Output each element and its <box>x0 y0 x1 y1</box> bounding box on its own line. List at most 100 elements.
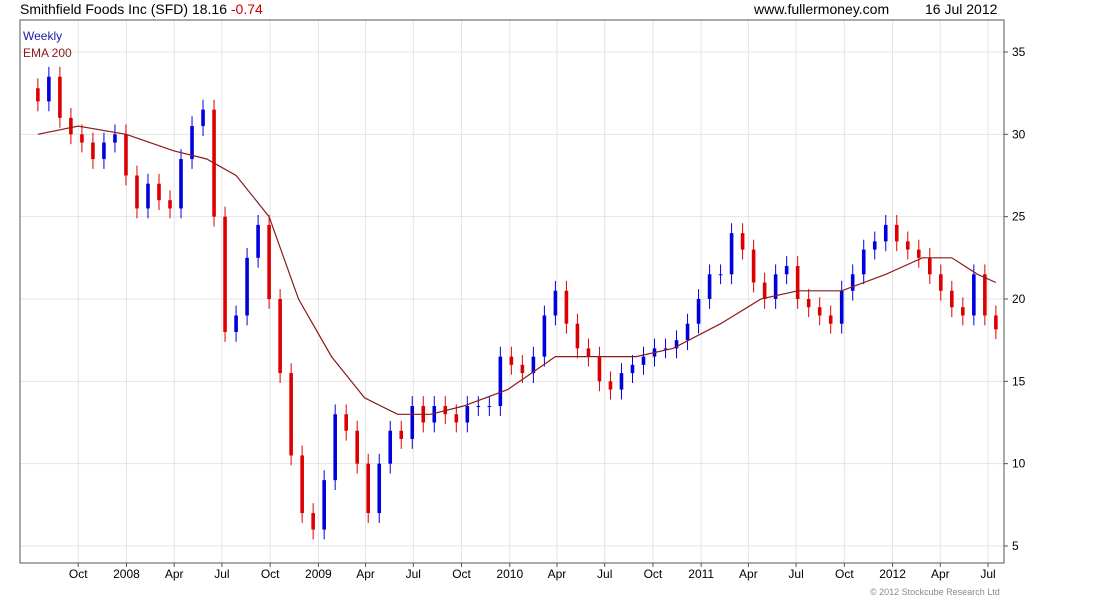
x-tick-label: Jul <box>597 567 612 581</box>
candle-body <box>762 282 767 299</box>
candle-body <box>983 274 987 316</box>
candle-body <box>278 299 282 374</box>
candle-body <box>729 233 734 275</box>
candle-body <box>179 159 183 209</box>
candle-body <box>619 373 624 390</box>
candle-body <box>641 356 646 365</box>
candle-body <box>972 274 976 316</box>
candle-body <box>388 430 393 464</box>
candle-body <box>245 257 249 316</box>
y-tick-label: 10 <box>1012 457 1026 471</box>
candle-body <box>80 134 84 143</box>
candle-body <box>410 406 415 439</box>
candle-body <box>894 224 899 242</box>
x-tick-label: Jul <box>214 567 229 581</box>
candle-body <box>685 323 690 341</box>
candle-body <box>146 183 150 209</box>
candle-body <box>344 414 348 431</box>
candle-body <box>465 406 470 423</box>
candle-body <box>47 76 51 102</box>
legend-ema: EMA 200 <box>23 46 72 60</box>
candle-body <box>399 430 404 439</box>
chart-canvas: Oct 2008 Apr Jul Oct 2009 Apr Jul Oct 2010 Apr Jul O… <box>19 19 1026 581</box>
candle-body <box>839 290 844 324</box>
x-tick-label: Oct <box>452 567 471 581</box>
candle-body <box>927 257 932 275</box>
y-tick-label: 20 <box>1012 292 1026 306</box>
candle-body <box>850 274 855 291</box>
candle-body <box>707 274 712 299</box>
candle-body <box>124 134 128 176</box>
x-tick-label: Oct <box>835 567 854 581</box>
y-tick-label: 35 <box>1012 45 1026 59</box>
x-tick-label: Jul <box>980 567 995 581</box>
candle-body <box>608 381 613 390</box>
y-tick-label: 30 <box>1012 127 1026 141</box>
candle-body <box>498 356 503 407</box>
candle-body <box>630 364 635 374</box>
candle-body <box>696 299 701 324</box>
x-tick-label: Jul <box>788 567 803 581</box>
candle-body <box>950 290 954 308</box>
x-tick-label: Oct <box>644 567 663 581</box>
x-tick-label: Jul <box>406 567 421 581</box>
candle-body <box>113 134 117 143</box>
candle-body <box>817 307 822 316</box>
candle-body <box>861 249 866 275</box>
x-tick-label: 2009 <box>305 567 332 581</box>
copyright: © 2012 Stockcube Research Ltd <box>870 587 1000 597</box>
candle-body <box>586 348 591 357</box>
candle-body <box>597 356 602 382</box>
candle-body <box>377 463 382 514</box>
x-tick-label: Apr <box>739 567 758 581</box>
candle-body <box>322 480 326 530</box>
candle-body <box>300 455 304 514</box>
candle-body <box>102 142 106 160</box>
x-tick-label: 2010 <box>496 567 523 581</box>
candle-body <box>190 126 194 160</box>
candle-body <box>883 224 888 242</box>
candle-body <box>223 216 227 332</box>
candle-body <box>718 274 723 276</box>
x-tick-label: Oct <box>69 567 88 581</box>
candle-body <box>939 274 943 291</box>
plot-area <box>19 19 1005 564</box>
candle-body <box>961 307 965 316</box>
candle-body <box>36 88 40 102</box>
candle-body <box>784 266 789 275</box>
candle-body <box>872 241 877 250</box>
candle-body <box>564 290 569 324</box>
y-tick-label: 5 <box>1012 539 1019 553</box>
candle-body <box>806 299 811 308</box>
candle-body <box>69 117 73 135</box>
x-tick-label: 2012 <box>879 567 906 581</box>
candle-body <box>58 76 62 118</box>
candle-body <box>520 364 525 374</box>
candle-body <box>256 224 260 258</box>
candle-body <box>487 406 492 408</box>
x-tick-label: 2008 <box>113 567 140 581</box>
x-tick-label: Apr <box>931 567 950 581</box>
candle-body <box>553 290 558 316</box>
candle-body <box>509 356 514 365</box>
candle-body <box>355 430 359 464</box>
candle-body <box>91 142 95 160</box>
candle-body <box>454 414 459 423</box>
x-tick-label: Oct <box>261 567 280 581</box>
y-tick-label: 25 <box>1012 210 1026 224</box>
candle-body <box>795 266 800 299</box>
x-tick-label: 2011 <box>688 567 714 581</box>
candle-body <box>751 249 756 283</box>
candle-body <box>311 513 315 530</box>
x-tick-label: Apr <box>356 567 375 581</box>
candle-body <box>476 406 481 408</box>
candle-body <box>157 183 161 201</box>
candle-body <box>267 224 271 299</box>
x-tick-label: Apr <box>165 567 184 581</box>
candle-body <box>740 233 745 250</box>
candle-body <box>201 109 205 127</box>
x-tick-label: Apr <box>548 567 567 581</box>
candle-body <box>905 241 910 250</box>
legend-weekly: Weekly <box>23 29 63 43</box>
candle-body <box>994 315 998 330</box>
